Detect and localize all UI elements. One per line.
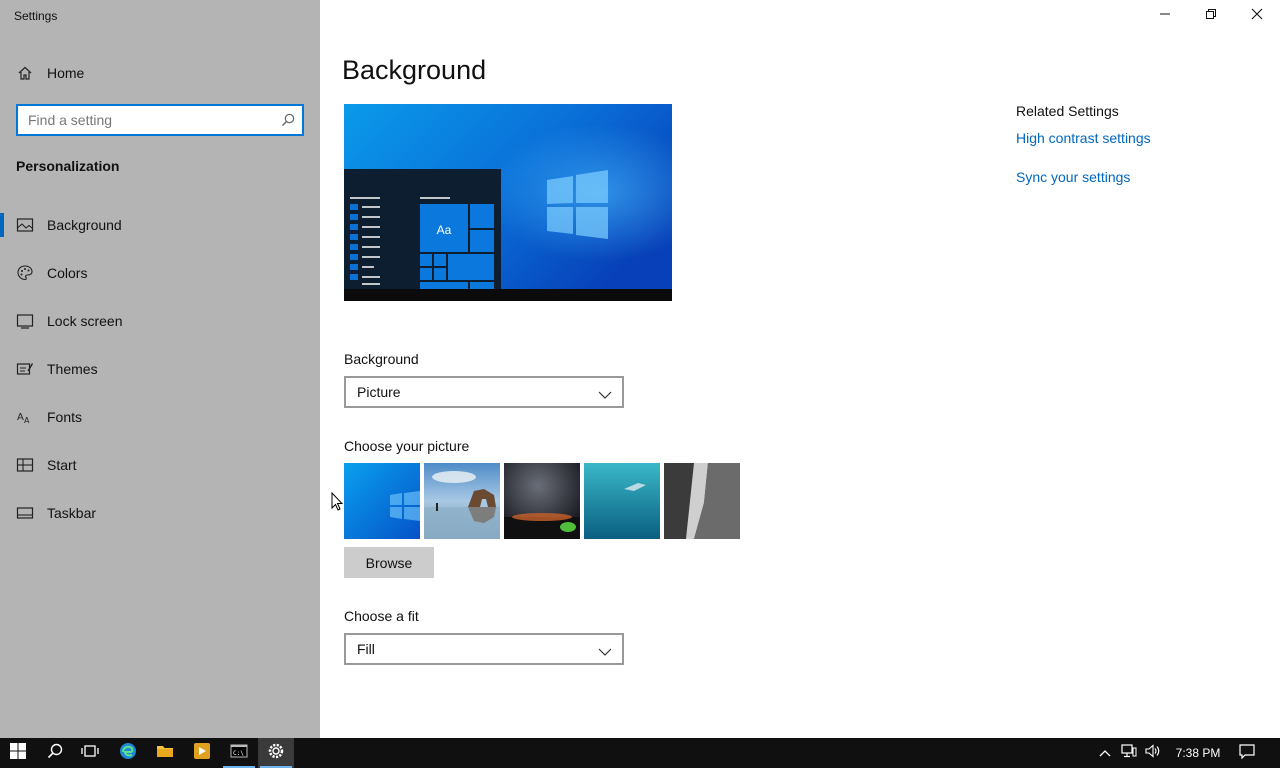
- sidebar-item-fonts[interactable]: AA Fonts: [0, 397, 320, 437]
- restore-button[interactable]: [1188, 0, 1234, 32]
- picture-thumb-rock-cliff[interactable]: [664, 463, 740, 539]
- start-icon: [16, 456, 34, 474]
- taskbar: C:\ 7:38 PM: [0, 738, 1280, 768]
- settings-icon: [267, 742, 285, 765]
- themes-icon: [16, 360, 34, 378]
- search-icon: [47, 743, 63, 764]
- network-button[interactable]: [1116, 738, 1142, 768]
- fonts-icon: AA: [16, 408, 34, 426]
- chevron-down-icon: [598, 644, 612, 656]
- file-explorer-icon: [156, 743, 174, 764]
- taskbar-icon: [16, 504, 34, 522]
- sidebar-item-label: Lock screen: [47, 313, 123, 329]
- search-input[interactable]: [18, 106, 302, 134]
- chevron-up-icon: [1099, 744, 1111, 762]
- browse-button[interactable]: Browse: [344, 547, 434, 578]
- desktop-preview: Aa: [344, 104, 672, 301]
- preview-tile-text: Aa: [437, 223, 452, 237]
- choose-picture-label: Choose your picture: [344, 438, 470, 454]
- home-label: Home: [47, 65, 85, 81]
- section-heading: Personalization: [16, 158, 120, 174]
- search-box[interactable]: [16, 104, 304, 136]
- lock-screen-icon: [16, 312, 34, 330]
- taskbar-start-button[interactable]: [0, 738, 36, 768]
- volume-button[interactable]: [1140, 738, 1166, 768]
- fit-dropdown-value: Fill: [357, 641, 375, 657]
- sidebar-item-taskbar[interactable]: Taskbar: [0, 493, 320, 533]
- picture-thumb-night-sky[interactable]: [504, 463, 580, 539]
- svg-text:A: A: [17, 412, 24, 423]
- search-icon[interactable]: [280, 112, 296, 128]
- restore-icon: [1205, 7, 1217, 25]
- related-settings-heading: Related Settings: [1016, 103, 1119, 119]
- taskbar-settings-button[interactable]: [258, 738, 294, 768]
- sidebar-item-label: Background: [47, 217, 122, 233]
- minimize-icon: [1159, 7, 1171, 25]
- sidebar-item-colors[interactable]: Colors: [0, 253, 320, 293]
- minimize-button[interactable]: [1142, 0, 1188, 32]
- mouse-cursor-icon: [331, 491, 344, 517]
- close-button[interactable]: [1234, 0, 1280, 32]
- notification-icon: [1239, 743, 1255, 764]
- taskbar-edge-button[interactable]: [110, 738, 146, 768]
- picture-thumb-windows-blue[interactable]: [344, 463, 420, 539]
- sidebar-item-label: Fonts: [47, 409, 83, 425]
- command-prompt-icon: C:\: [230, 743, 248, 764]
- sidebar-item-background[interactable]: Background: [0, 205, 320, 245]
- background-label: Background: [344, 351, 419, 367]
- taskbar-media-player-button[interactable]: [184, 738, 220, 768]
- sidebar-item-start[interactable]: Start: [0, 445, 320, 485]
- taskbar-task-view-button[interactable]: [72, 738, 108, 768]
- home-icon: [16, 64, 34, 82]
- svg-text:C:\: C:\: [233, 750, 244, 757]
- taskbar-command-prompt-button[interactable]: C:\: [221, 738, 257, 768]
- app-title: Settings: [14, 9, 58, 23]
- windows-start-icon: [10, 742, 26, 764]
- sidebar-item-label: Colors: [47, 265, 88, 281]
- sidebar-item-label: Themes: [47, 361, 98, 377]
- media-player-icon: [193, 742, 211, 765]
- fit-dropdown[interactable]: Fill: [344, 633, 624, 665]
- palette-icon: [16, 264, 34, 282]
- page-title: Background: [342, 55, 487, 85]
- picture-thumb-underwater[interactable]: [584, 463, 660, 539]
- sync-settings-link[interactable]: Sync your settings: [1016, 169, 1130, 185]
- action-center-button[interactable]: [1232, 738, 1262, 768]
- picture-thumb-beach-arch[interactable]: [424, 463, 500, 539]
- sidebar-item-lock-screen[interactable]: Lock screen: [0, 301, 320, 341]
- sidebar-item-themes[interactable]: Themes: [0, 349, 320, 389]
- taskbar-file-explorer-button[interactable]: [147, 738, 183, 768]
- edge-icon: [119, 742, 137, 765]
- home-nav-item[interactable]: Home: [0, 53, 320, 93]
- sidebar-item-label: Start: [47, 457, 77, 473]
- volume-icon: [1145, 743, 1161, 763]
- task-view-icon: [81, 743, 99, 764]
- close-icon: [1251, 7, 1263, 25]
- sidebar-item-label: Taskbar: [47, 505, 97, 521]
- taskbar-search-button[interactable]: [37, 738, 73, 768]
- fit-label: Choose a fit: [344, 608, 419, 624]
- sidebar: Settings Home Personalization Background…: [0, 0, 320, 738]
- svg-text:A: A: [24, 416, 30, 425]
- picture-icon: [16, 216, 34, 234]
- chevron-down-icon: [598, 387, 612, 399]
- background-dropdown-value: Picture: [357, 384, 401, 400]
- high-contrast-link[interactable]: High contrast settings: [1016, 130, 1151, 146]
- taskbar-clock[interactable]: 7:38 PM: [1166, 738, 1230, 768]
- background-dropdown[interactable]: Picture: [344, 376, 624, 408]
- network-icon: [1121, 743, 1137, 763]
